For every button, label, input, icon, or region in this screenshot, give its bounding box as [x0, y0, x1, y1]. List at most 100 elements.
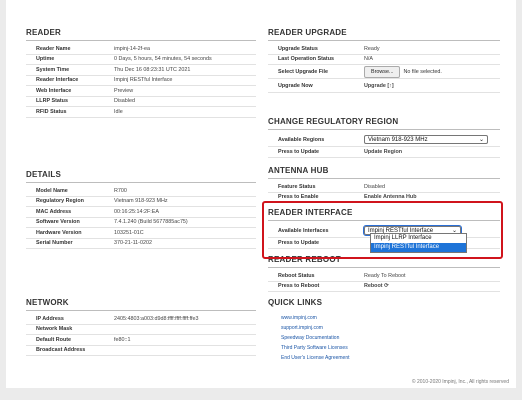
details-row: MAC Address 00:16:25:14:2F:EA — [26, 207, 256, 218]
row-label: Web Interface — [36, 87, 72, 94]
regulatory-row: Available Regions Vietnam 918-923 MHz ⌄ — [268, 133, 500, 147]
upgrade-row: Last Operation Status N/A — [268, 55, 500, 65]
reader-row: RFID Status Idle — [26, 107, 256, 118]
row-label: Model Name — [36, 187, 68, 194]
row-label: Broadcast Address — [36, 347, 86, 354]
quick-link-impinj[interactable]: www.impinj.com — [281, 315, 500, 321]
upgrade-row: Upgrade Status Ready — [268, 44, 500, 55]
antenna-row: Feature Status Disabled — [268, 182, 500, 193]
network-section: NETWORK IP Address 2405:4803:a003:d9d8:ff… — [26, 298, 256, 356]
reader-section: READER Reader Name impinj-14-2f-ea Uptime… — [26, 28, 256, 118]
quick-link-speedway-docs[interactable]: Speedway Documentation — [281, 335, 500, 341]
upgrade-link-label: Upgrade — [364, 82, 386, 89]
row-label: Reader Name — [36, 45, 71, 52]
row-label: Press to Enable — [278, 194, 319, 201]
reader-row: Uptime 0 Days, 5 hours, 54 minutes, 54 se… — [26, 55, 256, 65]
reader-row: Reader Interface Impinj RESTful Interface — [26, 76, 256, 86]
reboot-row: Press to Reboot Reboot ⟳ — [268, 282, 500, 292]
upgrade-row: Upgrade Now Upgrade [↑] — [268, 79, 500, 93]
option-restful-interface[interactable]: Impinj RESTful Interface — [371, 243, 466, 252]
details-title: DETAILS — [26, 170, 256, 183]
row-label: Press to Reboot — [278, 283, 320, 290]
row-label: Uptime — [36, 56, 55, 63]
details-row: Serial Number 370-21-11-0202 — [26, 239, 256, 249]
reboot-link[interactable]: Reboot ⟳ — [364, 283, 389, 289]
chevron-down-icon: ⌄ — [478, 137, 484, 143]
row-label: Network Mask — [36, 326, 73, 333]
details-section: DETAILS Model Name R700 Regulatory Region… — [26, 170, 256, 249]
browse-button[interactable]: Browse... — [364, 65, 401, 78]
details-row: Model Name R700 — [26, 186, 256, 197]
reboot-link-label: Reboot — [364, 283, 383, 290]
rfid-status-value: Idle — [114, 108, 123, 115]
enable-antenna-hub-link[interactable]: Enable Antenna Hub — [364, 194, 417, 200]
copyright-footer: © 2010-2020 Impinj, Inc., All rights res… — [411, 379, 509, 385]
no-file-text: No file selected. — [403, 68, 442, 75]
regulatory-title: CHANGE REGULATORY REGION — [268, 117, 500, 130]
row-label: RFID Status — [36, 108, 67, 115]
interfaces-dropdown-list: Impinj LLRP Interface Impinj RESTful Int… — [370, 233, 467, 253]
regulatory-row: Press to Update Update Region — [268, 147, 500, 158]
row-label: Press to Update — [278, 148, 320, 155]
page: READER Reader Name impinj-14-2f-ea Uptime… — [6, 0, 516, 388]
row-label: Select Upgrade File — [278, 68, 329, 75]
network-row: IP Address 2405:4803:a003:d9d8:ffff:ffff:… — [26, 314, 256, 325]
row-label: Default Route — [36, 336, 72, 343]
ip-address-value: 2405:4803:a003:d9d8:ffff:ffff:ffff:ffe3 — [114, 315, 199, 322]
quick-links-title: QUICK LINKS — [268, 298, 323, 307]
network-row: Broadcast Address — [26, 346, 256, 356]
reboot-section: READER REBOOT Reboot Status Ready To Rebo… — [268, 255, 500, 292]
row-label: Upgrade Now — [278, 82, 313, 89]
row-label: Upgrade Status — [278, 45, 318, 52]
model-name-value: R700 — [114, 187, 127, 194]
upgrade-link[interactable]: Upgrade [↑] — [364, 83, 394, 89]
row-label: Reader Interface — [36, 77, 79, 84]
details-row: Regulatory Region Vietnam 918-923 MHz — [26, 197, 256, 207]
row-label: Regulatory Region — [36, 198, 84, 205]
row-label: MAC Address — [36, 208, 72, 215]
row-label: Feature Status — [278, 183, 316, 190]
llrp-status-value: Disabled — [114, 98, 135, 105]
reader-title: READER — [26, 28, 256, 41]
hardware-version-value: 103251-01C — [114, 229, 144, 236]
option-llrp-interface[interactable]: Impinj LLRP Interface — [371, 234, 466, 243]
software-version-value: 7.4.1.240 (Build 5677885ac75) — [114, 219, 188, 226]
regulatory-region-value: Vietnam 918-923 MHz — [114, 198, 168, 205]
reader-row: LLRP Status Disabled — [26, 97, 256, 107]
reader-row: System Time Thu Dec 16 08:23:31 UTC 2021 — [26, 65, 256, 76]
reader-interface-value: Impinj RESTful Interface — [114, 77, 173, 84]
row-label: System Time — [36, 66, 70, 73]
last-operation-value: N/A — [364, 56, 373, 63]
regions-select-value: Vietnam 918-923 MHz — [368, 136, 428, 143]
row-label: LLRP Status — [36, 98, 68, 105]
reader-name-value: impinj-14-2f-ea — [114, 45, 150, 52]
details-row: Software Version 7.4.1.240 (Build 5677885… — [26, 218, 256, 228]
quick-link-third-party-licenses[interactable]: Third Party Software Licenses — [281, 345, 500, 351]
reader-row: Web Interface Preview — [26, 86, 256, 97]
quick-link-support[interactable]: support.impinj.com — [281, 325, 500, 331]
row-label: Hardware Version — [36, 229, 82, 236]
upgrade-section: READER UPGRADE Upgrade Status Ready Last … — [268, 28, 500, 93]
row-label: Reboot Status — [278, 272, 315, 279]
row-label: Last Operation Status — [278, 56, 335, 63]
default-route-value: fe80::1 — [114, 336, 131, 343]
network-title: NETWORK — [26, 298, 256, 311]
upgrade-row: Select Upgrade File Browse... No file sele… — [268, 65, 500, 79]
regions-select[interactable]: Vietnam 918-923 MHz ⌄ — [364, 135, 488, 144]
reboot-row: Reboot Status Ready To Reboot — [268, 271, 500, 282]
row-label: Serial Number — [36, 240, 73, 247]
system-time-value: Thu Dec 16 08:23:31 UTC 2021 — [114, 66, 191, 73]
upload-icon: [↑] — [387, 82, 394, 89]
update-region-link[interactable]: Update Region — [364, 149, 402, 155]
web-interface-preview-link[interactable]: Preview — [114, 88, 133, 94]
upgrade-status-value: Ready — [364, 45, 380, 52]
network-row: Network Mask — [26, 325, 256, 335]
refresh-icon: ⟳ — [384, 283, 389, 290]
antenna-title: ANTENNA HUB — [268, 166, 500, 179]
quick-link-eula[interactable]: End User's License Agreement — [281, 355, 500, 361]
upgrade-title: READER UPGRADE — [268, 28, 500, 41]
mac-address-value: 00:16:25:14:2F:EA — [114, 208, 159, 215]
regulatory-section: CHANGE REGULATORY REGION Available Regio… — [268, 117, 500, 158]
row-label: Software Version — [36, 219, 80, 226]
feature-status-value: Disabled — [364, 183, 385, 190]
